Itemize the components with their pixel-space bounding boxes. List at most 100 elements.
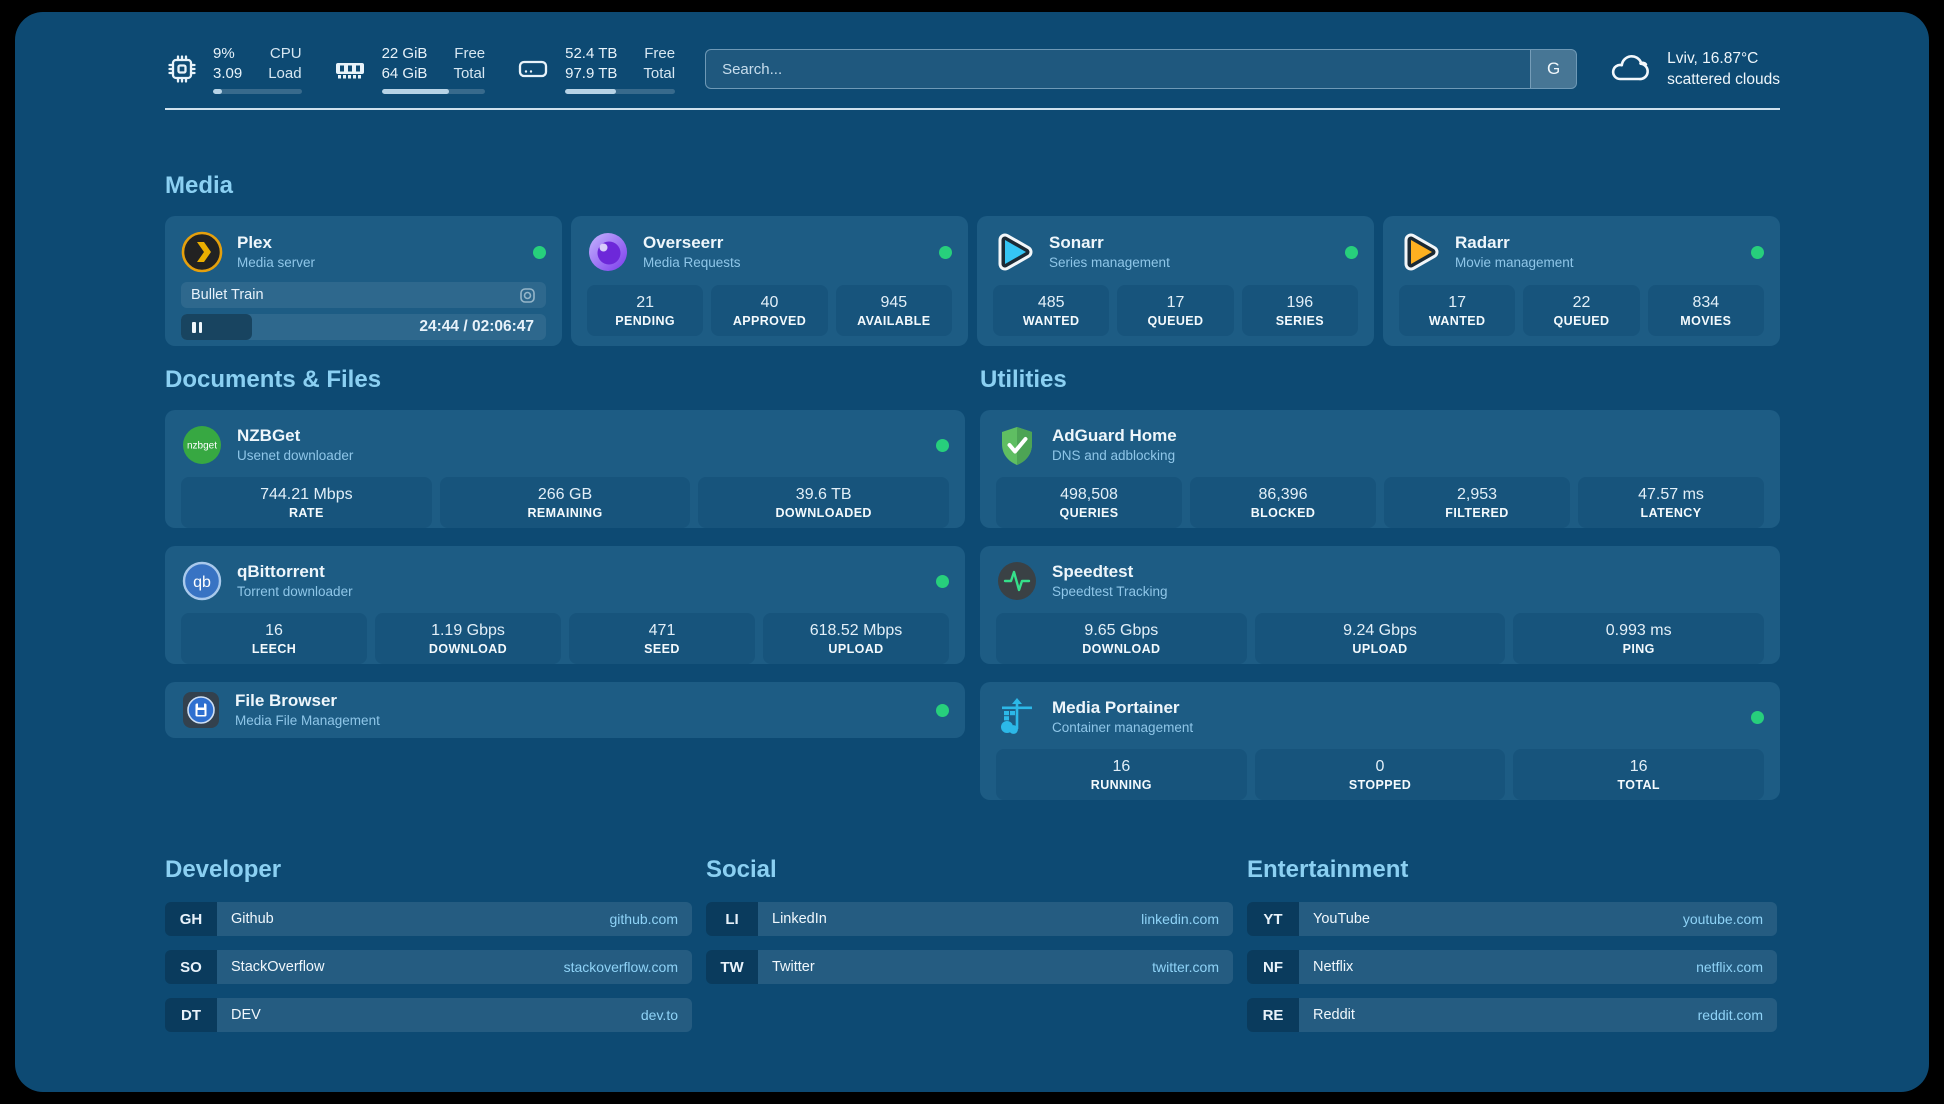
app-card-overseerr[interactable]: Overseerr Media Requests 21 PENDING 40 A… [571, 216, 968, 346]
app-subtitle: Media File Management [235, 712, 922, 730]
stat-value: 21 [593, 292, 697, 313]
stat-value: 196 [1248, 292, 1352, 313]
app-card-nzbget[interactable]: nzbget NZBGet Usenet downloader 744.21 M… [165, 410, 965, 528]
stat-tile: 196 SERIES [1242, 285, 1358, 336]
ram-total-label: Total [453, 64, 485, 84]
sonarr-logo-icon [993, 231, 1035, 273]
link-youtube[interactable]: YT YouTube youtube.com [1247, 902, 1777, 936]
app-card-qbittorrent[interactable]: qb qBittorrent Torrent downloader 16 LEE… [165, 546, 965, 664]
stat-tile: 22 QUEUED [1523, 285, 1639, 336]
stat-label: STOPPED [1261, 777, 1500, 794]
link-abbr-badge: GH [165, 902, 217, 936]
stat-label: SERIES [1248, 313, 1352, 330]
app-card-sonarr[interactable]: Sonarr Series management 485 WANTED 17 Q… [977, 216, 1374, 346]
stat-tile: 1.19 Gbps DOWNLOAD [375, 613, 561, 664]
link-url: twitter.com [1152, 959, 1219, 975]
window-frame: 9% 3.09 CPU Load [0, 0, 1944, 1104]
camera-icon[interactable] [519, 287, 536, 304]
stat-label: WANTED [999, 313, 1103, 330]
stat-tile: 21 PENDING [587, 285, 703, 336]
stat-tile: 17 WANTED [1399, 285, 1515, 336]
link-netflix[interactable]: NF Netflix netflix.com [1247, 950, 1777, 984]
app-subtitle: DNS and adblocking [1052, 447, 1764, 465]
cpu-progress-track [213, 89, 302, 94]
app-card-speedtest[interactable]: Speedtest Speedtest Tracking 9.65 Gbps D… [980, 546, 1780, 664]
stat-value: 86,396 [1196, 484, 1370, 505]
status-dot [1751, 711, 1764, 724]
weather-widget[interactable]: Lviv, 16.87°C scattered clouds [1607, 48, 1780, 90]
now-playing-row: Bullet Train [181, 282, 546, 308]
stat-label: QUEUED [1529, 313, 1633, 330]
link-name: Reddit [1313, 1007, 1355, 1023]
radarr-logo-icon [1399, 231, 1441, 273]
svg-text:qb: qb [193, 574, 211, 591]
disk-stat: 52.4 TB 97.9 TB Free Total [515, 44, 675, 94]
portainer-logo-icon [996, 696, 1038, 738]
plex-logo-icon [181, 231, 223, 273]
stat-value: 485 [999, 292, 1103, 313]
link-stackoverflow[interactable]: SO StackOverflow stackoverflow.com [165, 950, 692, 984]
stat-label: PING [1519, 641, 1758, 658]
media-card-row: Plex Media server Bullet Train 24:44 / 0… [165, 216, 1780, 346]
stat-label: QUEUED [1123, 313, 1227, 330]
stat-label: APPROVED [717, 313, 821, 330]
ram-free-label: Free [453, 44, 485, 64]
app-card-adguard[interactable]: AdGuard Home DNS and adblocking 498,508 … [980, 410, 1780, 528]
stat-value: 0 [1261, 756, 1500, 777]
link-abbr-badge: NF [1247, 950, 1299, 984]
disk-icon [515, 52, 551, 86]
app-subtitle: Torrent downloader [237, 583, 922, 601]
section-title-documents: Documents & Files [165, 366, 965, 394]
link-url: dev.to [641, 1007, 678, 1023]
stat-label: BLOCKED [1196, 505, 1370, 522]
app-card-plex[interactable]: Plex Media server Bullet Train 24:44 / 0… [165, 216, 562, 346]
stat-tile: 498,508 QUERIES [996, 477, 1182, 528]
ram-total-value: 64 GiB [382, 64, 428, 84]
link-dev-to[interactable]: DT DEV dev.to [165, 998, 692, 1032]
playback-progress-bar[interactable]: 24:44 / 02:06:47 [181, 314, 546, 340]
section-title-developer: Developer [165, 856, 692, 884]
link-abbr-badge: DT [165, 998, 217, 1032]
search-bar: G [705, 49, 1577, 89]
app-card-filebrowser[interactable]: File Browser Media File Management [165, 682, 965, 738]
cloud-icon [1607, 51, 1653, 87]
search-input[interactable] [706, 50, 1530, 88]
status-dot [1345, 246, 1358, 259]
stat-value: 17 [1123, 292, 1227, 313]
link-linkedin[interactable]: LI LinkedIn linkedin.com [706, 902, 1233, 936]
ram-icon [332, 52, 368, 86]
system-stats: 9% 3.09 CPU Load [165, 44, 675, 94]
weather-location-temp: Lviv, 16.87°C [1667, 48, 1780, 69]
disk-total-value: 97.9 TB [565, 64, 617, 84]
stat-tile: 17 QUEUED [1117, 285, 1233, 336]
stat-value: 744.21 Mbps [187, 484, 426, 505]
svg-text:nzbget: nzbget [187, 441, 217, 452]
app-card-radarr[interactable]: Radarr Movie management 17 WANTED 22 QUE… [1383, 216, 1780, 346]
section-title-entertainment: Entertainment [1247, 856, 1777, 884]
link-github[interactable]: GH Github github.com [165, 902, 692, 936]
search-engine-button[interactable]: G [1530, 50, 1576, 88]
link-name: Netflix [1313, 959, 1353, 975]
stat-value: 834 [1654, 292, 1758, 313]
stat-label: QUERIES [1002, 505, 1176, 522]
app-name: AdGuard Home [1052, 425, 1764, 447]
stat-label: RUNNING [1002, 777, 1241, 794]
app-name: Plex [237, 232, 519, 254]
stat-tile: 618.52 Mbps UPLOAD [763, 613, 949, 664]
weather-condition: scattered clouds [1667, 69, 1780, 90]
app-subtitle: Speedtest Tracking [1052, 583, 1764, 601]
app-card-portainer[interactable]: Media Portainer Container management 16 … [980, 682, 1780, 800]
stat-tile: 945 AVAILABLE [836, 285, 952, 336]
links-column-developer: Developer GH Github github.com SO StackO… [165, 856, 692, 1046]
header-divider [165, 108, 1780, 110]
status-dot [936, 575, 949, 588]
app-name: File Browser [235, 690, 922, 712]
link-twitter[interactable]: TW Twitter twitter.com [706, 950, 1233, 984]
link-url: youtube.com [1683, 911, 1763, 927]
link-url: reddit.com [1698, 1007, 1763, 1023]
link-reddit[interactable]: RE Reddit reddit.com [1247, 998, 1777, 1032]
pause-icon[interactable] [192, 322, 202, 333]
disk-progress-fill [565, 89, 616, 94]
link-name: Twitter [772, 959, 815, 975]
ram-stat: 22 GiB 64 GiB Free Total [332, 44, 486, 94]
